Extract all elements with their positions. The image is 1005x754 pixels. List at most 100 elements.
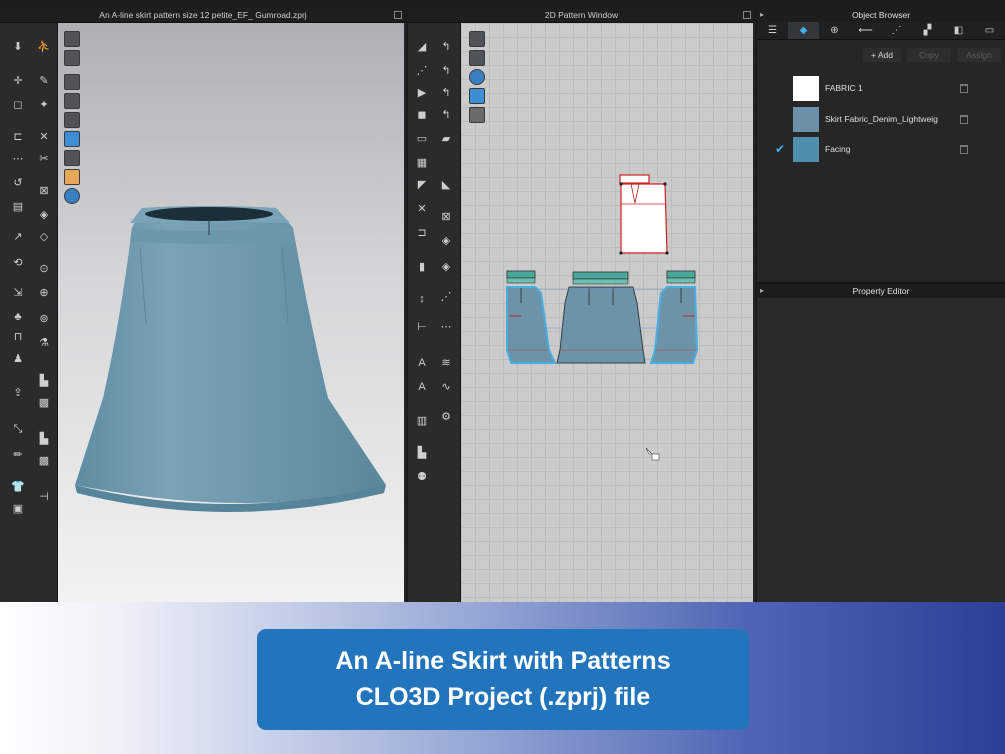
dart-icon[interactable]: ◤ [412, 177, 432, 193]
pin-icon[interactable]: ✦ [34, 97, 54, 113]
grainline-icon[interactable]: ◈ [436, 259, 456, 275]
segment-sewing-icon[interactable]: ↰ [436, 63, 456, 79]
edit-curve-icon[interactable]: ⋰ [412, 63, 432, 79]
overlay-icon[interactable]: ▣ [8, 501, 28, 517]
avatar-measure-icon[interactable]: ♟ [8, 351, 28, 367]
trim-tool-icon[interactable]: ♣ [8, 309, 28, 325]
free-sewing-icon[interactable]: ↰ [436, 85, 456, 101]
strap-icon[interactable]: ▙ [34, 373, 54, 389]
avatar-2d-icon[interactable]: ⚉ [412, 469, 432, 485]
move-gizmo-icon[interactable]: ✛ [8, 73, 28, 89]
shirt-icon[interactable]: 👕 [8, 479, 28, 495]
hardware-icon[interactable]: ▙ [34, 431, 54, 447]
zipper-icon[interactable]: ◇ [34, 229, 54, 245]
zigzag-icon[interactable]: ≋ [436, 355, 456, 371]
shade-icon[interactable]: ▩ [34, 453, 54, 469]
fabric-swatch [793, 106, 819, 132]
tack-2d-icon[interactable]: ↰ [436, 107, 456, 123]
delete-icon[interactable] [960, 114, 968, 124]
2d-pattern-canvas[interactable] [461, 23, 753, 602]
graphic-icon[interactable]: ▤ [8, 199, 28, 215]
assign-button[interactable]: Assign [957, 48, 1001, 62]
edit-pattern-icon[interactable]: ↰ [436, 39, 456, 55]
ruler-icon[interactable]: ⤡ [8, 421, 28, 437]
stitch-icon[interactable]: ⋰ [881, 22, 912, 39]
copy-button[interactable]: Copy [907, 48, 951, 62]
topstitch-tool-icon[interactable]: ⚗ [34, 335, 54, 351]
fabric-list-item[interactable]: Skirt Fabric_Denim_Lightweig [757, 105, 1005, 136]
pencil-icon[interactable]: ✏ [8, 447, 28, 463]
fold-arrangement-icon[interactable]: ✎ [34, 73, 54, 89]
object-browser-tabs: ☰ ◆ ⊕ ⟵ ⋰ ▞ ◧ ▭ [757, 22, 1005, 40]
fabric-swatch [793, 76, 819, 101]
zipper-2d-icon[interactable]: ▙ [412, 445, 432, 461]
seam-allowance-icon[interactable]: ▮ [412, 259, 432, 275]
avatar-pose-icon[interactable]: ⛹ [34, 39, 54, 55]
notch-icon[interactable]: ⊐ [412, 225, 432, 241]
fabric-name: Facing [825, 144, 851, 154]
delete-icon[interactable] [960, 84, 968, 93]
pattern-shade-icon[interactable]: ▩ [34, 395, 54, 411]
length-icon[interactable]: ↕ [412, 291, 432, 307]
brush-icon[interactable]: ↗ [8, 229, 28, 245]
arrangement-icon[interactable]: ⊏ [8, 129, 28, 145]
panel-collapse-icon[interactable]: ▸ [760, 8, 764, 22]
topstitch-icon[interactable]: ⟵ [850, 22, 881, 39]
tack-icon[interactable]: ✕ [34, 129, 54, 145]
3d-toolbar: ⬇ ⛹ ✛ ✎ ◻ ✦ ⊏ ✕ ⋯ ✂ ↺ ⊠ ▤ ◈ ↗ ◇ ⟲ ⊙ ⇲ ⊕ … [0, 23, 58, 602]
trace-icon[interactable]: ▦ [412, 155, 432, 171]
pressure-icon[interactable]: ⇪ [8, 385, 28, 401]
wave-icon[interactable]: ∿ [436, 379, 456, 395]
list-icon[interactable]: ☰ [757, 22, 788, 39]
transform-pattern-icon[interactable]: ◢ [412, 39, 432, 55]
2d-window-titlebar: 2D Pattern Window [408, 8, 755, 23]
3d-window-titlebar: An A-line skirt pattern size 12 petite_E… [0, 8, 406, 23]
graphic-tab-icon[interactable]: ▭ [974, 22, 1005, 39]
texture-edit-icon[interactable]: ⊠ [436, 209, 456, 225]
fabric-icon[interactable]: ◆ [788, 22, 819, 39]
rectangle-icon[interactable]: ◼ [412, 107, 432, 123]
buttonhole-icon[interactable]: ⊕ [34, 285, 54, 301]
measure-2d-icon[interactable]: ⊢ [412, 319, 432, 335]
internal-rect-icon[interactable]: ▭ [412, 131, 432, 147]
panel-collapse-icon[interactable]: ▸ [760, 284, 764, 298]
trim-icon[interactable]: ▞ [912, 22, 943, 39]
texture-icon[interactable]: ⊠ [34, 183, 54, 199]
button-2d-icon[interactable]: ⚙ [436, 409, 456, 425]
button-tool-icon[interactable]: ⊙ [34, 261, 54, 277]
fold-icon[interactable]: ↺ [8, 175, 28, 191]
facing-pattern-piece [619, 174, 669, 255]
fit-icon[interactable]: ⊓ [8, 329, 28, 345]
select-mesh-icon[interactable]: ⬇ [8, 39, 28, 55]
topstitch-2d-icon[interactable]: ⋯ [436, 319, 456, 335]
fit-map-icon[interactable]: ⊣ [34, 489, 54, 505]
fold-2d-icon[interactable]: ◣ [436, 177, 456, 193]
lock-icon[interactable]: ⊚ [34, 311, 54, 327]
fabric-list-item[interactable]: FABRIC 1 [757, 74, 1005, 105]
pleat-icon[interactable]: ▥ [412, 413, 432, 429]
button-icon[interactable]: ⊕ [819, 22, 850, 39]
undock-icon[interactable] [394, 11, 402, 19]
add-button[interactable]: + Add [863, 48, 901, 62]
avatar-icon[interactable]: ◧ [943, 22, 974, 39]
graphic-2d-icon[interactable]: ◈ [436, 233, 456, 249]
transform-icon[interactable]: ◻ [8, 97, 28, 113]
sewing-icon[interactable]: ⟲ [8, 255, 28, 271]
undock-icon[interactable] [743, 11, 751, 19]
delete-icon[interactable] [960, 145, 968, 154]
caption-line-2: CLO3D Project (.zprj) file [355, 683, 651, 711]
cut-icon[interactable]: ✕ [412, 201, 432, 217]
checkmark-icon: ✔ [775, 142, 786, 156]
puckering-icon[interactable]: ⇲ [8, 285, 28, 301]
edge-icon[interactable]: ⋰ [436, 289, 456, 305]
segment-icon[interactable]: ⋯ [8, 151, 28, 167]
property-editor-header: ▸ Property Editor [757, 284, 1005, 298]
grid-icon[interactable]: ◈ [34, 207, 54, 223]
measure-icon[interactable]: ✂ [34, 151, 54, 167]
annotation-icon[interactable]: A [412, 355, 432, 371]
polygon-icon[interactable]: ▶ [412, 85, 432, 101]
text-icon[interactable]: A [412, 379, 432, 395]
fabric-list-item[interactable]: ✔ Facing [757, 135, 1005, 166]
iron-icon[interactable]: ▰ [436, 131, 456, 147]
3d-viewport[interactable] [58, 23, 404, 602]
